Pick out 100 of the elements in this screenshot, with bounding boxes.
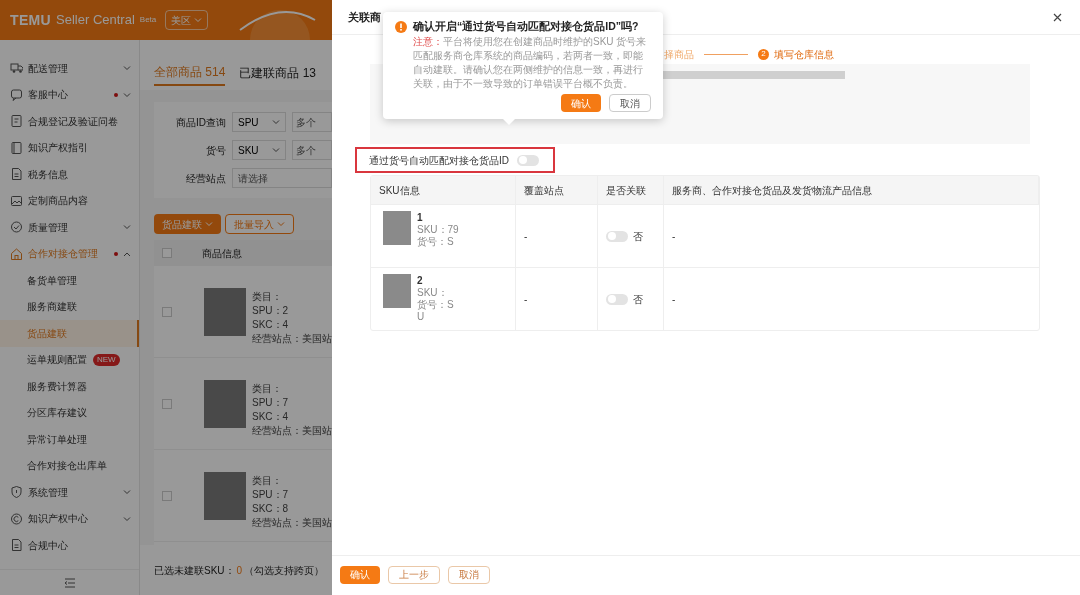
cross-page-hint: （勾选支持跨页） [244,563,325,578]
submenu-item[interactable]: 运单规则配置 NEW [0,346,139,373]
link-toggle[interactable] [606,230,628,242]
photo-placeholder [204,471,246,520]
text-input-field[interactable]: 多个 [292,140,332,160]
product-name: Seller Central [56,11,135,30]
toggle-label: 否 [633,292,643,307]
sku-meta-text: SKU： [417,287,449,299]
collapse-menu-icon [63,577,76,588]
site-text: 经营站点：美国站 [252,331,332,346]
form-icon [10,114,23,129]
sku-meta-text: SKU：79 [417,224,459,236]
checkbox[interactable] [162,398,172,409]
table-cell-text: - [672,292,676,307]
table-cell-text: - [672,229,676,244]
house-icon [10,246,23,261]
step-number: 2 [758,48,769,60]
photo-placeholder [383,211,411,245]
new-badge: NEW [93,353,120,366]
submenu-item[interactable]: 异常订单处理 [0,426,139,453]
photo-placeholder [383,274,411,308]
column-header: 覆盖站点 [524,183,564,198]
column-header: 服务商、合作对接仓货品及发货物流产品信息 [672,183,872,198]
sidebar-item[interactable]: 知识产权中心 [0,505,139,532]
product-meta-text: SKC：4 [252,409,290,424]
copyright-icon [10,511,23,526]
product-meta-text: 类目： [252,473,283,488]
product-meta-text: 类目： [252,381,283,396]
document-icon [10,167,23,182]
filter-label: 经营站点 [185,171,226,186]
auto-match-label: 通过货号自动匹配对接仓货品ID [369,153,509,168]
product-meta-text: SPU：2 [252,303,290,318]
filter-label: 货号 [205,143,226,158]
footer-button[interactable]: 取消 [448,565,490,584]
photo-placeholder [204,379,246,428]
chevron-down-icon [194,17,203,23]
submenu-item[interactable]: 合作对接仓出库单 [0,452,139,479]
chevron-down-icon [205,221,213,227]
check-circle-icon [10,220,23,235]
submenu-item[interactable]: 分区库存建议 [0,399,139,426]
chevron-down-icon [272,147,280,153]
close-icon [1052,12,1062,22]
sidebar-item[interactable]: 税务信息 [0,161,139,188]
selected-count-label: 已选未建联SKU： [154,563,235,578]
product-meta-text: SKC：4 [252,317,290,332]
sku-meta-text: 货号：S [417,236,455,248]
sku-name: 1 [417,211,424,224]
table-cell-text: - [524,229,528,244]
sidebar-item[interactable]: 知识产权指引 [0,134,139,161]
checkbox[interactable] [162,490,172,501]
chat-icon [10,87,23,102]
text-input-field[interactable]: 多个 [292,112,332,132]
sidebar-item[interactable]: 客服中心 [0,81,139,108]
submenu-item[interactable]: 服务商建联 [0,293,139,320]
beta-label: Beta [139,14,157,26]
shield-icon [10,485,23,500]
sidebar-item[interactable]: 合规中心 [0,532,139,559]
sku-meta-text: 货号：S [417,299,454,311]
product-meta-text: SPU：7 [252,395,290,410]
step-label: 择商品 [664,47,694,62]
sidebar-item[interactable]: 定制商品内容 [0,187,139,214]
toggle-label: 否 [633,229,643,244]
site-text: 经营站点：美国站 [252,423,332,438]
link-toggle[interactable] [606,293,628,305]
book-icon [10,140,23,155]
sku-name: 2 [417,274,424,287]
sidebar-item[interactable]: 合规登记及验证问卷 [0,108,139,135]
popover-title: 确认开启“通过货号自动匹配对接仓货品ID”吗? [413,19,639,33]
truck-icon [10,61,23,76]
image-icon [10,193,23,208]
column-header: 商品信息 [202,246,242,261]
column-header: 是否关联 [606,183,646,198]
sidebar-item[interactable]: 系统管理 [0,479,139,506]
footer-button[interactable]: 上一步 [388,565,440,584]
filter-label: 商品ID查询 [175,115,226,130]
sidebar-item[interactable]: 质量管理 [0,214,139,241]
select-field[interactable]: SKU [232,140,286,160]
site-text: 经营站点：美国站 [252,515,332,530]
checkbox[interactable] [162,306,172,317]
step-label: 填写仓库信息 [774,47,834,62]
site-select-field[interactable]: 请选择 [232,168,332,188]
column-header: SKU信息 [379,183,420,198]
selected-count: 0 [236,563,243,578]
auto-match-toggle[interactable] [517,154,539,166]
submenu-item[interactable]: 服务费计算器 [0,373,139,400]
tab[interactable]: 已建联商品 13 [239,60,317,86]
document-icon [10,538,23,553]
table-cell-text: - [524,292,528,307]
logo-text: TEMU [10,10,52,30]
select-field[interactable]: SPU [232,112,286,132]
sku-meta-text: U [417,311,426,323]
sidebar-item[interactable]: 配送管理 [0,55,139,82]
submenu-item[interactable]: 备货单管理 [0,267,139,294]
chevron-down-icon [277,221,285,227]
photo-placeholder [204,287,246,336]
product-meta-text: 类目： [252,289,283,304]
popover-button[interactable]: 取消 [609,94,651,112]
product-meta-text: SKC：8 [252,501,290,516]
checkbox[interactable] [162,248,172,258]
drawer-title: 关联商 [348,9,381,25]
